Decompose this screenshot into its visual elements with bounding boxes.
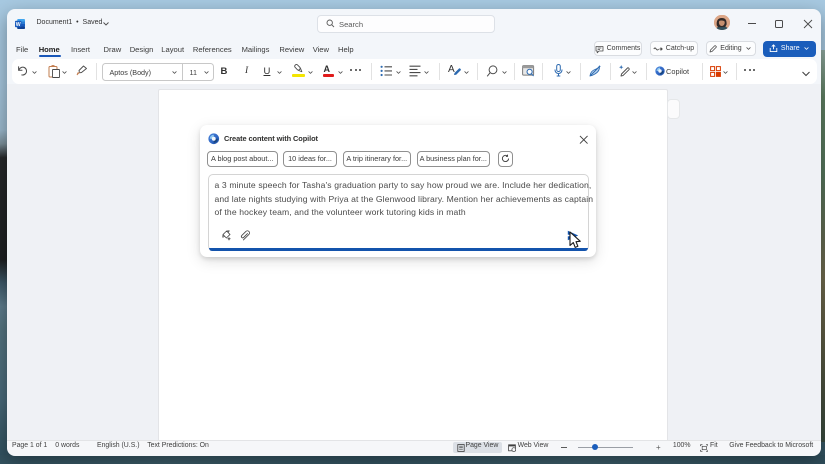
svg-text:W: W bbox=[16, 22, 21, 28]
